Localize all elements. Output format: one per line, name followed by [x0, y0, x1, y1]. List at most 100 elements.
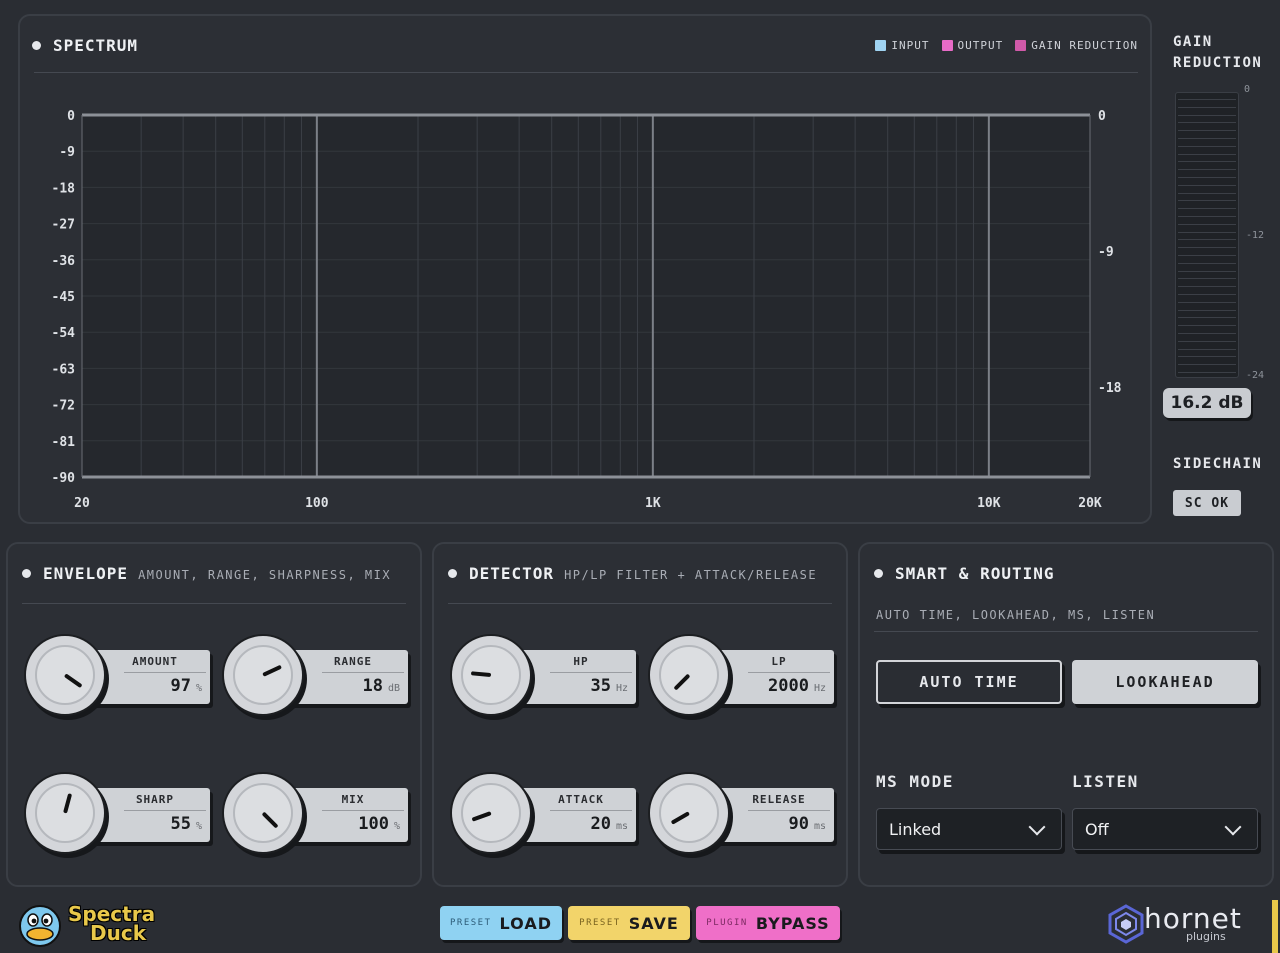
envelope-subtitle: AMOUNT, RANGE, SHARPNESS, MIX — [138, 568, 392, 582]
sidechain-title: SIDECHAIN — [1173, 456, 1263, 472]
meter-tick: -24 — [1246, 370, 1265, 381]
amount-control: AMOUNT 97% — [24, 634, 214, 718]
meter-segment — [1178, 348, 1236, 350]
attack-control: ATTACK 20 ms — [450, 772, 640, 856]
plate-divider — [322, 672, 404, 673]
sharp-value: 55% — [170, 814, 202, 834]
plate-divider — [550, 810, 632, 811]
meter-segment — [1178, 364, 1236, 366]
meter-segment — [1178, 192, 1236, 194]
meter-segment — [1178, 223, 1236, 225]
listen-select[interactable]: Off — [1072, 808, 1258, 850]
envelope-panel: ENVELOPE AMOUNT, RANGE, SHARPNESS, MIX A… — [6, 542, 422, 887]
meter-segment — [1178, 309, 1236, 311]
release-knob[interactable] — [648, 772, 730, 854]
meter-segment — [1178, 325, 1236, 327]
attack-unit: ms — [615, 821, 628, 832]
plate-divider — [124, 672, 206, 673]
meter-segment — [1178, 184, 1236, 186]
meter-segment — [1178, 278, 1236, 280]
meter-segment — [1178, 231, 1236, 233]
x-tick-label: 20 — [74, 496, 90, 511]
hornet-plugins-logo: hornet plugins — [1106, 902, 1276, 950]
meter-segment — [1178, 301, 1236, 303]
y-tick-label: -45 — [52, 290, 75, 305]
spectra-duck-logo: Spectra Duck — [16, 900, 166, 948]
attack-label: ATTACK — [558, 793, 604, 806]
plate-divider — [748, 672, 830, 673]
meter-segment — [1178, 114, 1236, 116]
meter-segment — [1178, 372, 1236, 373]
plate-divider — [124, 810, 206, 811]
mix-value: 100% — [358, 814, 400, 834]
meter-segment — [1178, 99, 1236, 100]
meter-segment — [1178, 161, 1236, 163]
detector-title: DETECTOR — [469, 564, 555, 583]
plate-divider — [550, 672, 632, 673]
y-tick-label: -81 — [52, 435, 76, 450]
meter-segment — [1178, 239, 1236, 241]
spectrum-plot[interactable]: 0 -9 -18 -27 -36 -45 -54 -63 -72 -81 -90 0 -9 -18 20… — [20, 16, 1150, 522]
range-value: 18 dB — [362, 676, 400, 696]
mix-unit: % — [393, 821, 400, 832]
divider — [22, 603, 406, 604]
preset-save-big: SAVE — [628, 913, 679, 933]
plate-divider — [322, 810, 404, 811]
attack-knob[interactable] — [450, 772, 532, 854]
range-knob[interactable] — [222, 634, 304, 716]
maker-sub: plugins — [1186, 930, 1226, 943]
meter-segment — [1178, 153, 1236, 155]
y-tick-label: -63 — [52, 362, 75, 377]
mix-number: 100 — [358, 814, 389, 834]
plugin-bypass-button[interactable]: PLUGIN BYPASS — [696, 906, 840, 940]
release-unit: ms — [813, 821, 826, 832]
range-control: RANGE 18 dB — [222, 634, 412, 718]
meter-segment — [1178, 262, 1236, 264]
knob-face — [461, 645, 521, 705]
y-tick-label: -18 — [52, 181, 76, 196]
chevron-down-icon — [1028, 818, 1046, 836]
meter-tick: -12 — [1246, 230, 1265, 241]
x-tick-label: 10K — [977, 496, 1001, 511]
hp-knob[interactable] — [450, 634, 532, 716]
meter-segment — [1178, 294, 1236, 295]
amount-knob[interactable] — [24, 634, 106, 716]
mix-label: MIX — [341, 793, 365, 806]
hp-control: HP 35 Hz — [450, 634, 640, 718]
amount-value: 97% — [170, 676, 202, 696]
sharp-label: SHARP — [135, 793, 175, 806]
detector-header: DETECTOR HP/LP FILTER + ATTACK/RELEASE — [448, 564, 817, 583]
smart-header: SMART & ROUTING — [874, 564, 1055, 583]
meter-segment — [1178, 106, 1236, 108]
x-tick-label: 100 — [305, 496, 329, 511]
release-number: 90 — [788, 814, 809, 834]
brand-line2: Duck — [90, 921, 146, 945]
lookahead-button[interactable]: LOOKAHEAD — [1072, 660, 1258, 704]
divider — [448, 603, 832, 604]
preset-load-button[interactable]: PRESET LOAD — [440, 906, 562, 940]
sharp-knob[interactable] — [24, 772, 106, 854]
meter-segment — [1178, 208, 1236, 210]
bullet-icon — [22, 569, 31, 578]
meter-segment — [1178, 122, 1236, 124]
release-value: 90 ms — [788, 814, 826, 834]
x-tick-label: 1K — [645, 496, 661, 511]
envelope-title: ENVELOPE — [43, 564, 129, 583]
mix-knob[interactable] — [222, 772, 304, 854]
preset-save-button[interactable]: PRESET SAVE — [568, 906, 690, 940]
meter-segment — [1178, 356, 1236, 358]
x-tick-label: 20K — [1078, 496, 1102, 511]
range-label: RANGE — [333, 655, 373, 668]
plugin-bypass-big: BYPASS — [755, 913, 830, 933]
lp-control: LP 2000 Hz — [648, 634, 838, 718]
gain-reduction-meter — [1175, 92, 1239, 378]
spectrum-panel: SPECTRUM INPUT OUTPUT GAIN REDUCTION 0 -9… — [18, 14, 1152, 524]
sharp-control: SHARP 55% — [24, 772, 214, 856]
preset-load-small: PRESET — [450, 918, 492, 928]
smart-routing-panel: SMART & ROUTING AUTO TIME, LOOKAHEAD, MS… — [858, 542, 1274, 887]
lp-knob[interactable] — [648, 634, 730, 716]
listen-value: Off — [1085, 819, 1109, 839]
ms-mode-select[interactable]: Linked — [876, 808, 1062, 850]
hornet-hex-icon — [1108, 904, 1144, 944]
auto-time-button[interactable]: AUTO TIME — [876, 660, 1062, 704]
